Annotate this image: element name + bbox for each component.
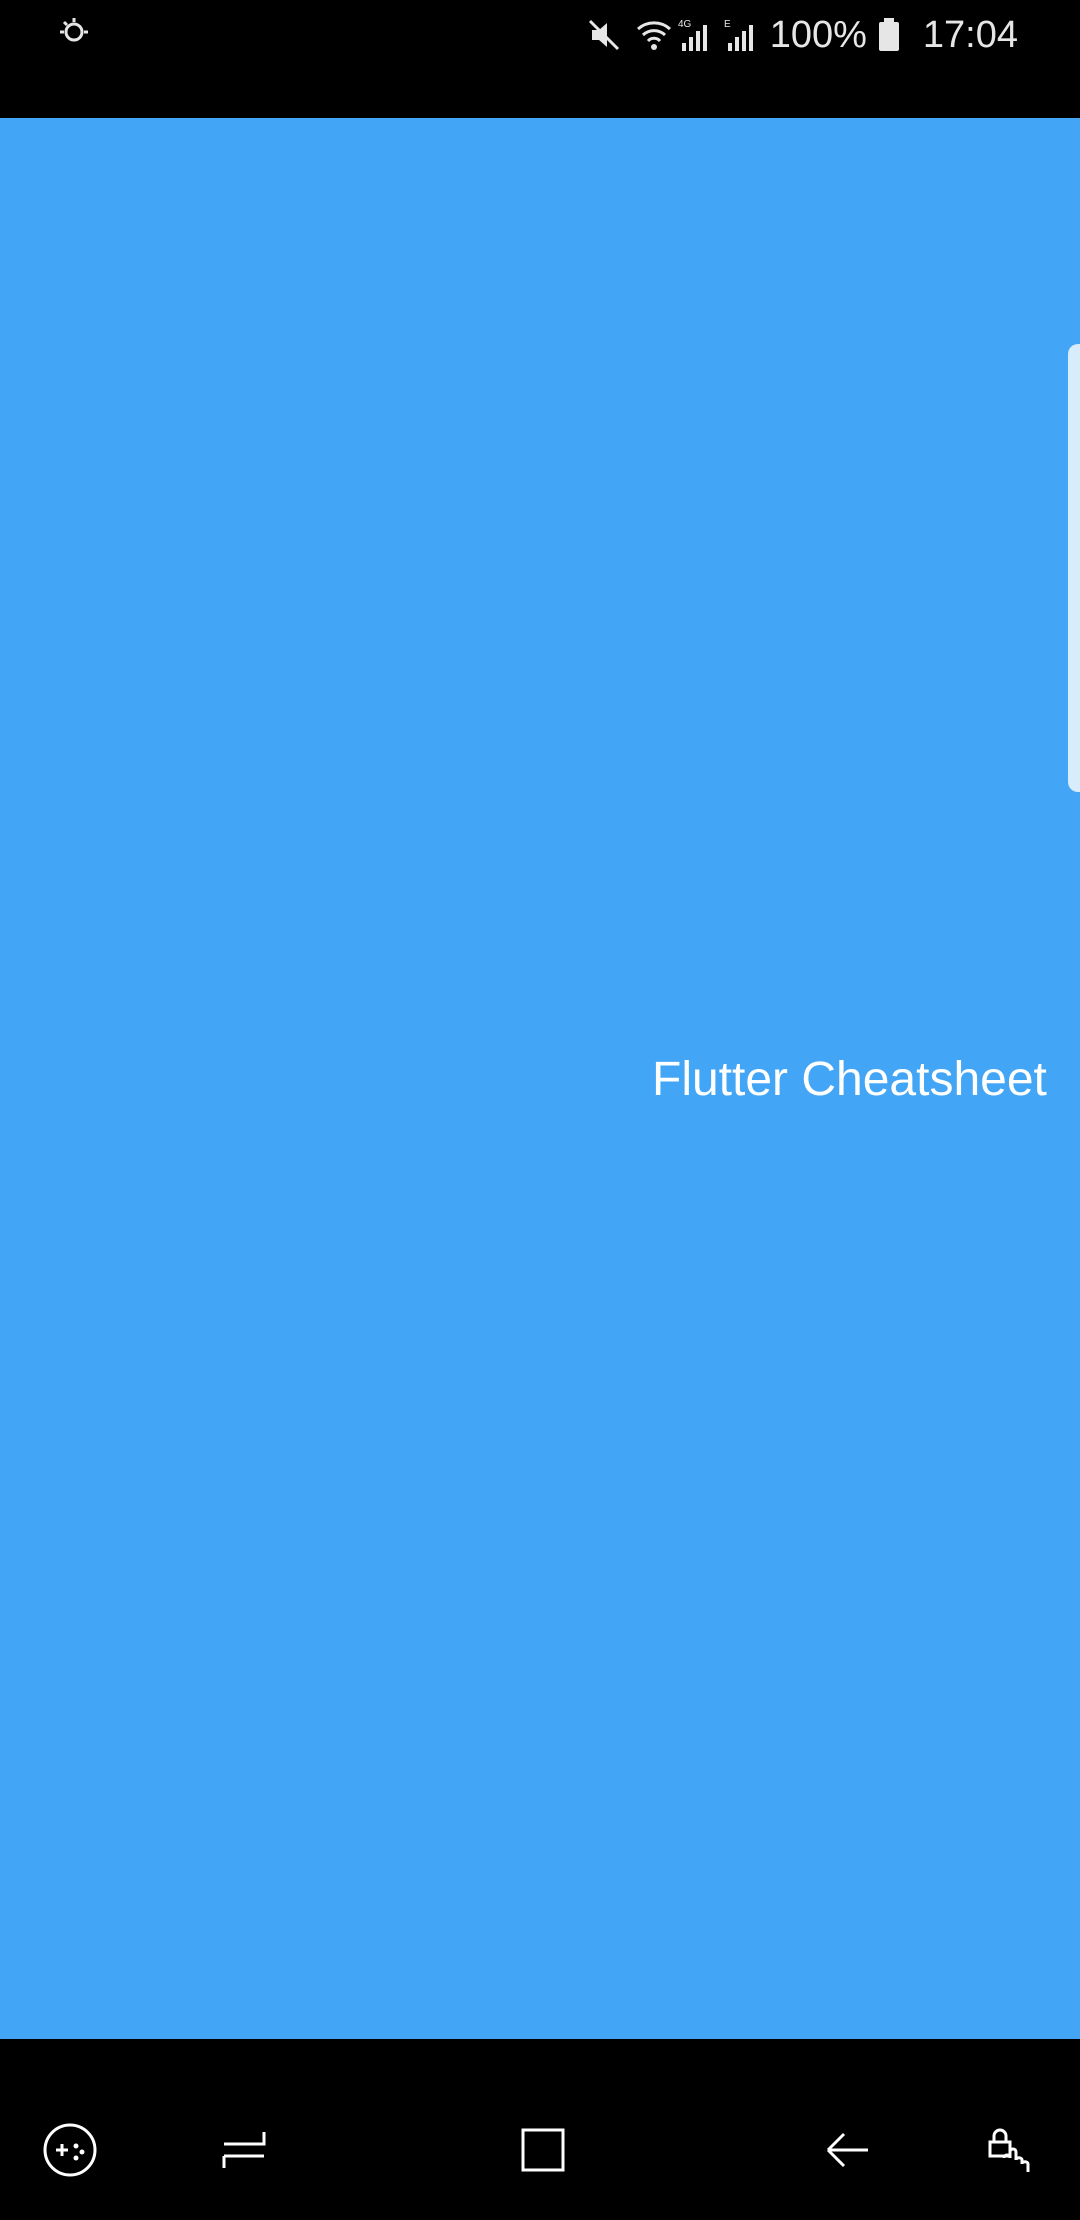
svg-text:E: E xyxy=(724,19,731,30)
app-content: Flutter Cheatsheet xyxy=(0,118,1080,2039)
touch-lock-icon xyxy=(988,2128,1030,2172)
battery-percent: 100% xyxy=(769,13,867,56)
game-tools-button[interactable] xyxy=(40,2120,100,2180)
recents-icon xyxy=(222,2132,266,2168)
signal-4g-icon: 4G xyxy=(678,17,714,53)
back-arrow-icon xyxy=(826,2132,868,2168)
mute-icon xyxy=(586,17,622,53)
home-icon xyxy=(521,2128,565,2172)
clock: 17:04 xyxy=(922,13,1018,56)
page-title: Flutter Cheatsheet xyxy=(652,1053,1047,1106)
battery-icon xyxy=(877,17,913,53)
touch-lock-button[interactable] xyxy=(980,2120,1040,2180)
wifi-icon xyxy=(632,17,671,53)
game-tools-icon xyxy=(43,2123,97,2177)
svg-text:4G: 4G xyxy=(678,19,692,30)
status-bar: 4G E 100% 17:04 xyxy=(0,0,1080,118)
location-icon xyxy=(54,14,94,54)
edge-panel-handle[interactable] xyxy=(1068,344,1080,792)
status-icons: 4G E 100% 17:04 xyxy=(586,8,1018,62)
recents-button[interactable] xyxy=(214,2120,274,2180)
signal-e-icon: E xyxy=(724,17,760,53)
back-button[interactable] xyxy=(818,2120,878,2180)
home-button[interactable] xyxy=(513,2120,573,2180)
